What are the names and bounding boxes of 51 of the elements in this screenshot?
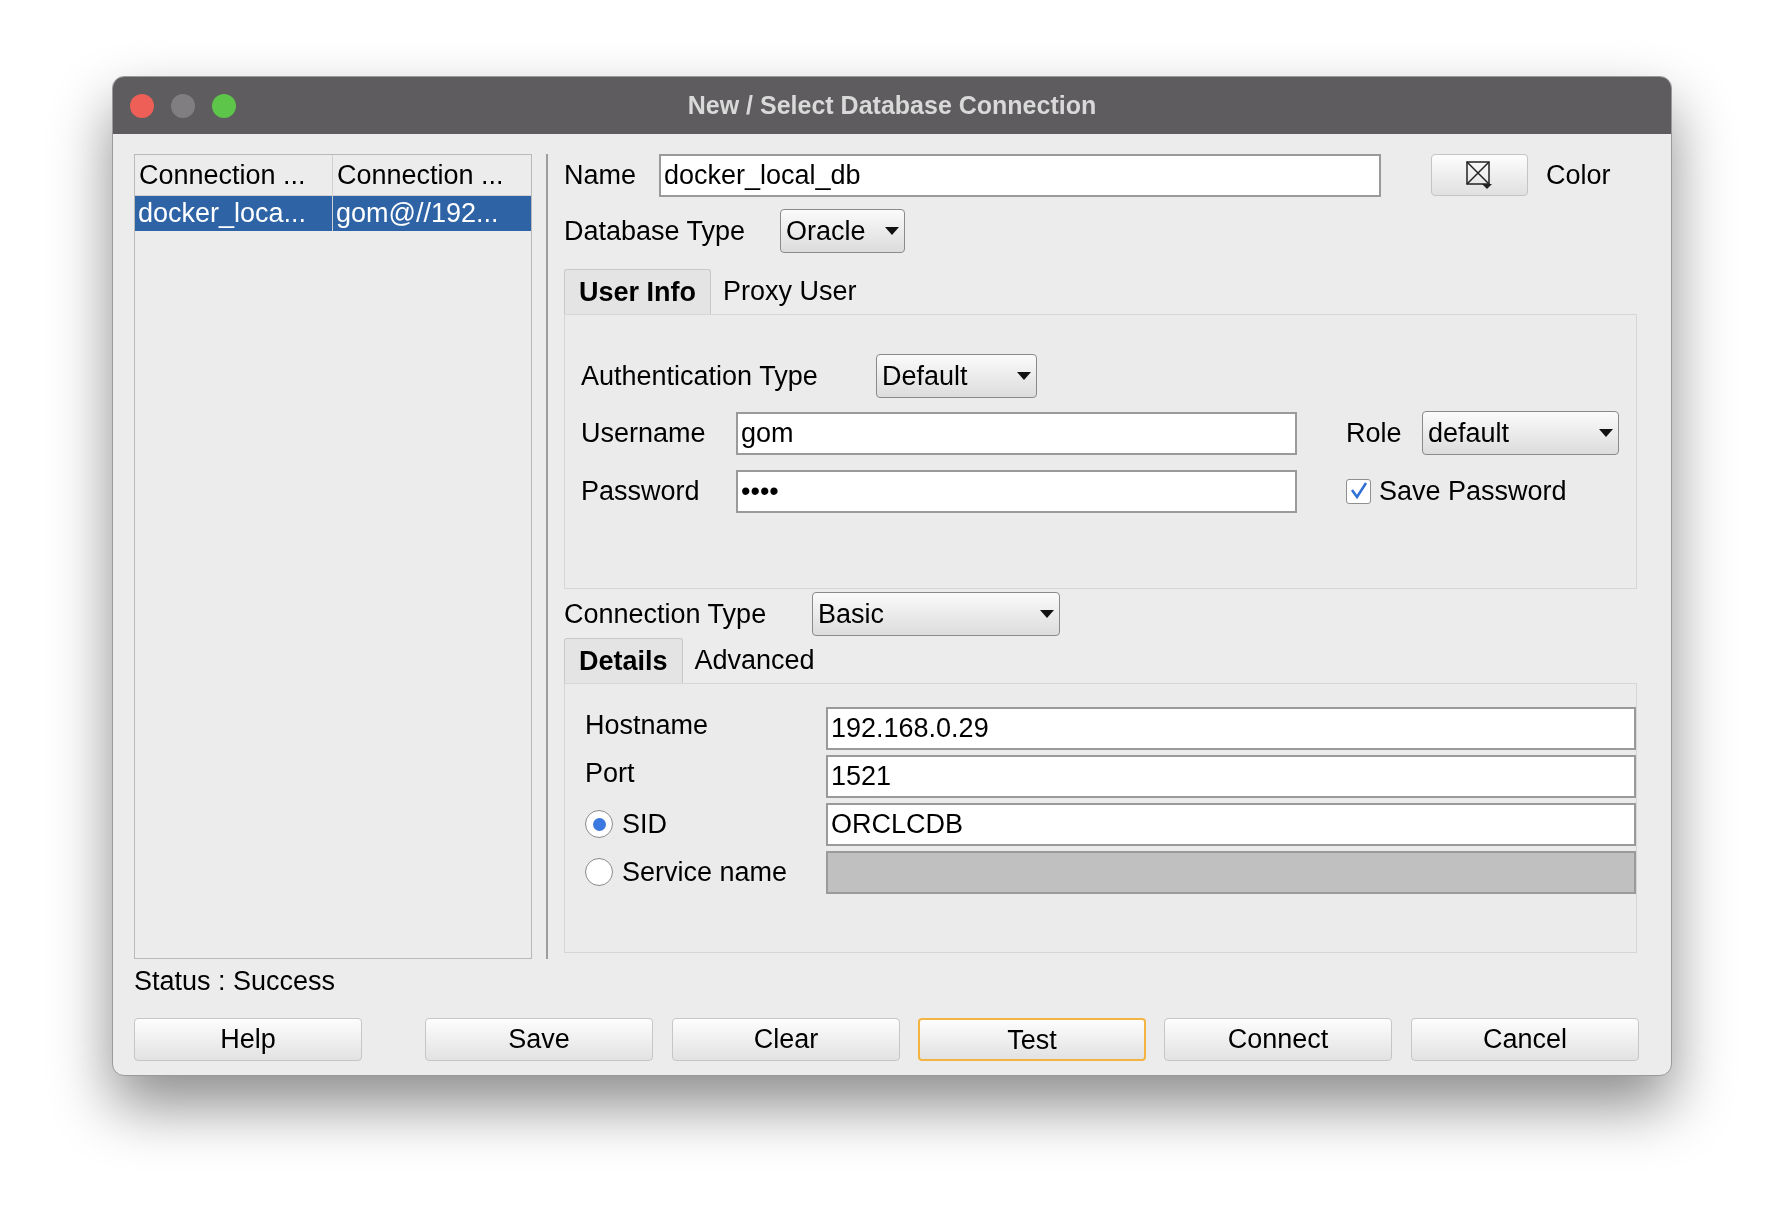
field-label: Database Type [564, 214, 747, 248]
caret-icon [1599, 429, 1613, 437]
text-field[interactable]: 192.168.0.29 [826, 706, 1636, 750]
dialog-button[interactable]: Help [134, 1018, 362, 1061]
dialog-button[interactable]: Clear [672, 1018, 900, 1061]
text-field[interactable]: 1521 [826, 754, 1636, 798]
tab[interactable]: Advanced [682, 638, 827, 683]
connection-row[interactable]: docker_loca... gom@//192... [135, 196, 531, 231]
table-cell-text: gom@//192... [335, 197, 500, 231]
field-label: Role [1346, 416, 1403, 450]
column-header[interactable]: Connection ... [135, 155, 333, 195]
field-label: Port [585, 756, 635, 790]
field-label: Name [564, 158, 638, 192]
connection-type-dropdown[interactable]: Basic [812, 592, 1060, 636]
close-button[interactable] [130, 93, 154, 118]
radio-label: Service name [622, 855, 788, 889]
password-field[interactable]: •••• [736, 469, 1297, 513]
field-label: Connection Type [564, 597, 768, 631]
authentication-type-dropdown[interactable]: Default [876, 354, 1037, 398]
minimize-button[interactable] [171, 93, 195, 118]
name-field[interactable]: docker_local_db [659, 153, 1381, 197]
field-label: Username [581, 416, 707, 450]
table-cell: docker_loca... [135, 196, 333, 231]
tab[interactable]: User Info [564, 269, 712, 314]
tab[interactable]: Proxy User [711, 269, 869, 314]
radio-button[interactable] [585, 810, 613, 838]
window-title: New / Select Database Connection [687, 89, 1097, 121]
role-dropdown[interactable]: default [1422, 411, 1619, 455]
tab[interactable]: Details [564, 638, 683, 683]
color-swatch-icon [1464, 160, 1495, 190]
dialog-button[interactable]: Connect [1164, 1018, 1392, 1061]
field-label: Hostname [585, 708, 709, 742]
database-type-dropdown[interactable]: Oracle [780, 209, 905, 253]
caret-icon [1040, 610, 1054, 618]
zoom-button[interactable] [212, 93, 236, 118]
dialog-button[interactable]: Save [425, 1018, 653, 1061]
checkbox-label: Save Password [1379, 474, 1567, 508]
field-label: Password [581, 474, 701, 508]
radio-label: SID [622, 807, 667, 841]
username-field[interactable]: gom [736, 411, 1297, 455]
save-password-checkbox[interactable] [1346, 478, 1371, 504]
color-button[interactable] [1431, 154, 1528, 196]
field-label: Authentication Type [581, 359, 819, 393]
dialog-button[interactable]: Cancel [1411, 1018, 1639, 1061]
status-text: Status : Success [134, 964, 336, 998]
text-field[interactable]: ORCLCDB [826, 802, 1636, 846]
column-header[interactable]: Connection ... [333, 155, 531, 195]
caret-icon [885, 227, 899, 235]
dialog-button[interactable]: Test [918, 1018, 1146, 1061]
color-label: Color [1546, 158, 1611, 192]
caret-icon [1017, 372, 1031, 380]
